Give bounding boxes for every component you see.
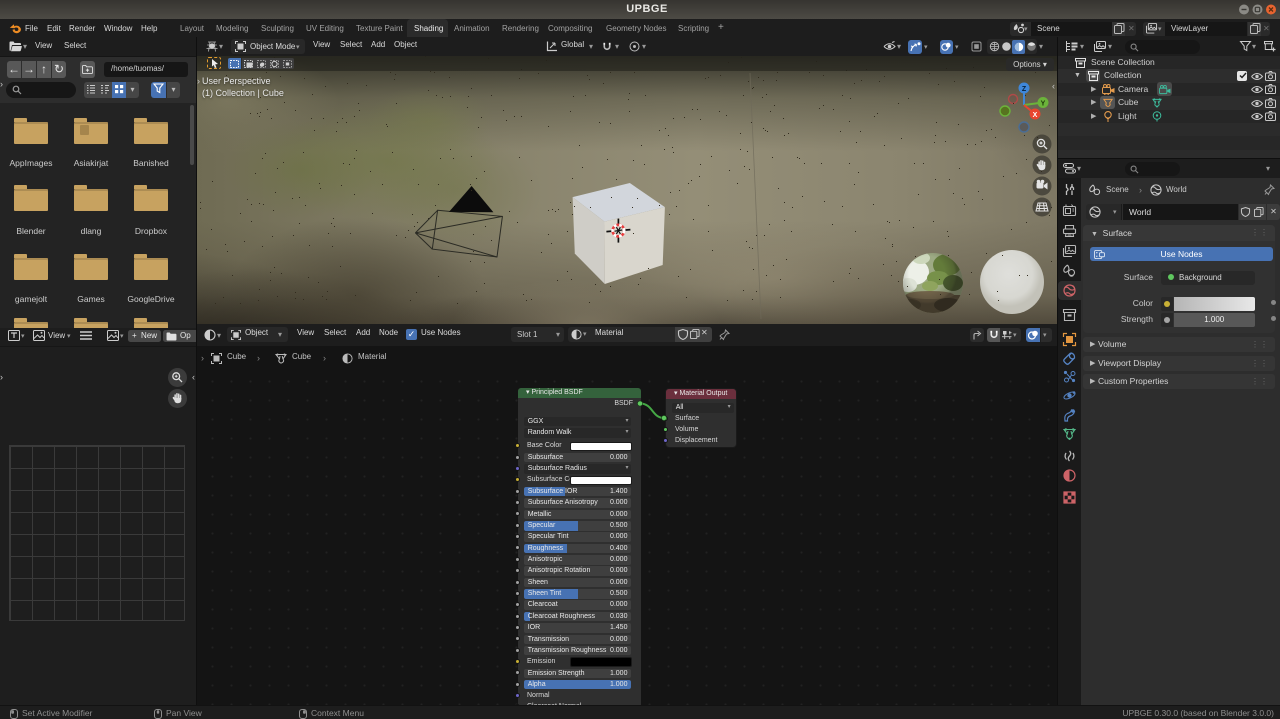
svg-text:Z: Z [1022,86,1027,93]
svg-text:X: X [1033,112,1038,119]
svg-text:Y: Y [1041,101,1046,108]
